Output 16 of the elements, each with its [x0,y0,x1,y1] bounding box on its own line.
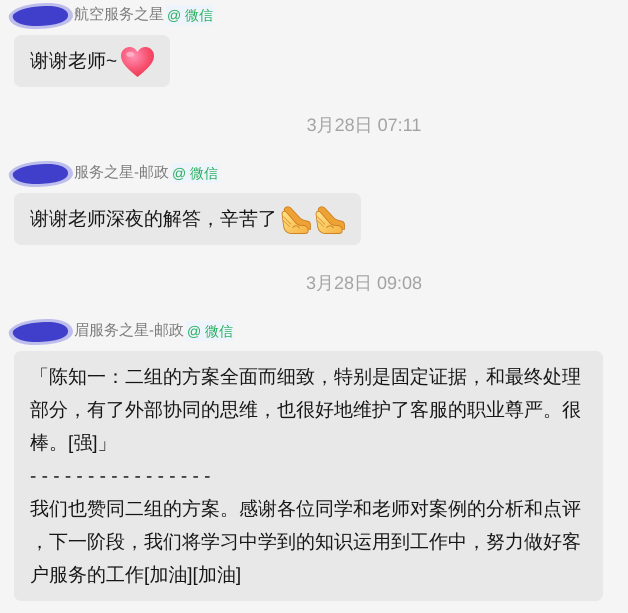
source-tag: @ 微信 [171,163,220,183]
message-text: - - - - - - - - - - - - - - - - [30,465,210,489]
timestamp: 3月28日 07:11 [306,114,422,136]
praying-hands-icon [315,206,345,234]
message-text: 谢谢老师~ [30,50,118,74]
source-tag: @ 微信 [166,5,214,25]
message-text: 谢谢老师深夜的解答，辛苦了 [30,208,277,232]
sender-name: 航空服务之星 [74,5,164,25]
message-text: 我们也赞同二组的方案。感谢各位同学和老师对案例的分析和点评，下一阶段，我们将学习中学到的知识运用到工作中，努力做好客户服务的工作[加油][加油] [30,498,582,588]
message-text: 「陈知一：二组的方案全面而细致，特别是固定证据，和最终处理部分，有了外部协同的思维，也很好地维护了客服的职业尊严。很棒。[强]」 [30,366,582,456]
source-tag: @ 微信 [186,321,234,341]
sender-name: 眉服务之星-邮政 [74,321,184,341]
heart-icon [121,46,154,76]
timestamp: 3月28日 09:08 [306,272,422,294]
praying-hands-icon [281,206,311,234]
sender-name: 服务之星-邮政 [74,163,169,183]
